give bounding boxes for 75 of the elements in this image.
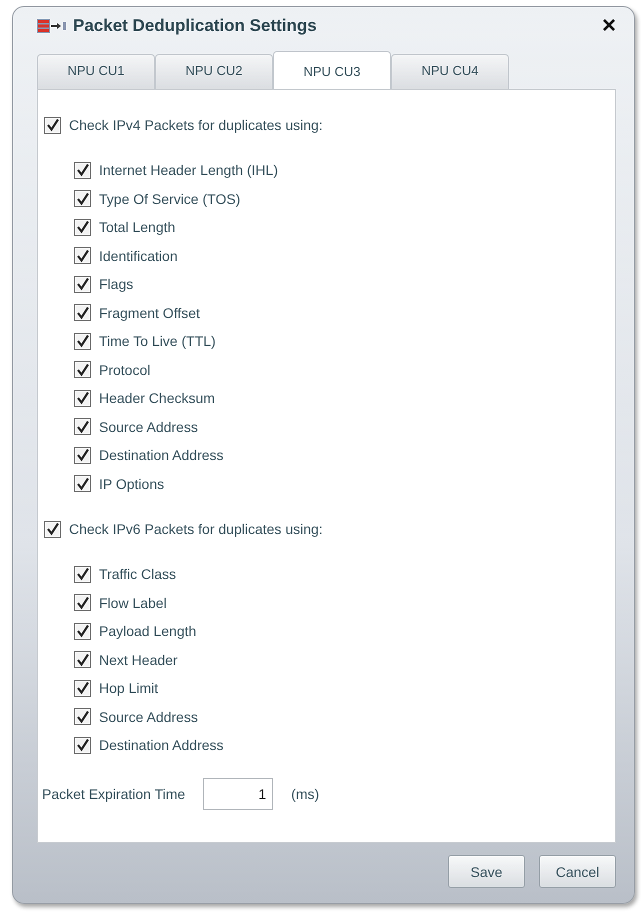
checkbox[interactable] [74, 247, 91, 264]
checkbox[interactable] [74, 332, 91, 350]
checkbox[interactable] [74, 594, 91, 612]
window-title: Packet Deduplication Settings [73, 16, 317, 36]
checkbox-label: Destination Address [99, 737, 224, 754]
checkbox[interactable] [74, 390, 91, 407]
checkmark-icon [76, 710, 90, 724]
checkbox[interactable] [74, 304, 91, 322]
checkbox-label: Flags [99, 276, 134, 292]
checkbox[interactable] [74, 566, 91, 583]
checkbox-label: Source Address [99, 418, 198, 435]
checkbox-label: Check IPv6 Packets for duplicates using: [69, 521, 323, 537]
tab[interactable]: NPU CU2 [155, 54, 273, 89]
checkbox-label: Payload Length [99, 623, 196, 640]
dialog-button[interactable]: Save [448, 855, 525, 888]
input-field[interactable]: 1 [203, 778, 274, 810]
checkbox-label: Next Header [99, 652, 178, 668]
checkmark-icon [76, 652, 90, 667]
checkmark-icon [76, 624, 90, 638]
dialog-button[interactable]: Cancel [539, 855, 616, 888]
checkmark-icon [76, 277, 90, 292]
tab[interactable]: NPU CU3 [273, 51, 391, 89]
checkbox-label: Destination Address [99, 447, 224, 464]
checkbox-label: Type Of Service (TOS) [99, 190, 240, 207]
checkbox[interactable] [44, 520, 61, 538]
checkmark-icon [76, 448, 90, 462]
checkbox-label: Header Checksum [99, 390, 215, 406]
checkbox[interactable] [74, 218, 91, 236]
checkmark-icon [76, 391, 90, 406]
checkbox[interactable] [44, 116, 61, 134]
checkbox-label: IP Options [99, 476, 164, 492]
field-label: Packet Expiration Time [42, 786, 186, 802]
checkbox[interactable] [74, 276, 91, 293]
checkmark-icon [76, 306, 90, 320]
checkmark-icon [76, 362, 90, 377]
checkmark-icon [76, 567, 90, 582]
close-button[interactable]: × [602, 12, 616, 40]
checkmark-icon [76, 192, 90, 206]
checkbox[interactable] [74, 680, 91, 697]
checkbox[interactable] [74, 190, 91, 208]
checkbox[interactable] [74, 651, 91, 668]
checkbox[interactable] [74, 622, 91, 640]
checkmark-icon [76, 163, 90, 178]
checkbox-label: Check IPv4 Packets for duplicates using: [69, 117, 323, 133]
checkbox[interactable] [74, 361, 91, 378]
checkbox-label: Hop Limit [99, 680, 158, 696]
checkbox-label: Source Address [99, 708, 198, 725]
checkmark-icon [76, 248, 90, 263]
tab[interactable]: NPU CU1 [37, 54, 155, 89]
checkmark-icon [76, 476, 90, 491]
app-icon [37, 19, 67, 33]
checkbox-label: Total Length [99, 219, 176, 236]
checkbox[interactable] [74, 736, 91, 754]
checkbox[interactable] [74, 418, 91, 436]
checkmark-icon [76, 334, 90, 348]
checkmark-icon [46, 118, 60, 132]
checkbox-label: Identification [99, 248, 178, 264]
checkbox-label: Time To Live (TTL) [99, 333, 216, 350]
checkmark-icon [76, 738, 90, 752]
tab[interactable]: NPU CU4 [391, 54, 509, 89]
checkbox[interactable] [74, 475, 91, 492]
checkbox-label: Flow Label [99, 594, 167, 611]
checkbox-label: Internet Header Length (IHL) [99, 162, 278, 178]
checkbox-label: Traffic Class [99, 566, 176, 582]
checkbox-label: Protocol [99, 362, 150, 378]
checkmark-icon [76, 681, 90, 696]
checkmark-icon [76, 596, 90, 610]
checkmark-icon [46, 522, 60, 536]
checkmark-icon [76, 220, 90, 234]
checkbox[interactable] [74, 162, 91, 179]
checkbox[interactable] [74, 708, 91, 726]
unit-label: (ms) [291, 786, 320, 802]
checkmark-icon [76, 420, 90, 434]
checkbox-label: Fragment Offset [99, 304, 200, 321]
checkbox[interactable] [74, 446, 91, 464]
